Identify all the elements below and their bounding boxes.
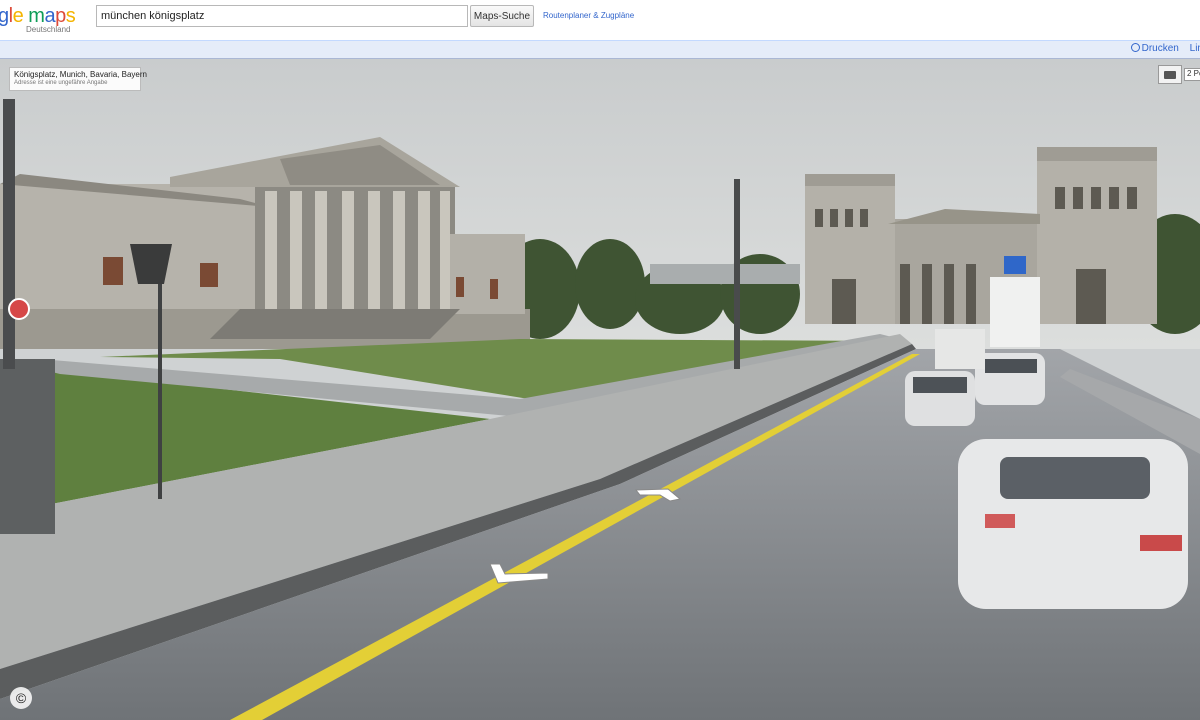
toolbar-strip: Drucken Link bbox=[0, 40, 1200, 59]
search-input[interactable] bbox=[96, 5, 468, 27]
print-icon bbox=[1130, 43, 1140, 52]
route-planner-link[interactable]: Routenplaner & Zugpläne bbox=[543, 11, 634, 20]
logo-letter: m bbox=[28, 5, 45, 27]
logo-letter: p bbox=[55, 5, 66, 27]
logo-letter: s bbox=[65, 5, 76, 27]
street-view-panorama[interactable]: Königsplatz, Munich, Bavaria, Bayern Adr… bbox=[0, 59, 1200, 720]
location-info-box[interactable]: Königsplatz, Munich, Bavaria, Bayern Adr… bbox=[9, 67, 147, 91]
toolbar-links: Drucken Link bbox=[1115, 43, 1200, 54]
pegman-icon[interactable] bbox=[1158, 65, 1182, 84]
maps-search-button[interactable]: Maps-Suche bbox=[470, 5, 534, 27]
street-view-image bbox=[0, 59, 1200, 720]
logo-letter: g bbox=[0, 5, 9, 27]
link-link[interactable]: Link bbox=[1190, 43, 1200, 54]
print-label: Drucken bbox=[1141, 43, 1179, 54]
pegman-label: 2 Po bbox=[1184, 68, 1200, 81]
logo-letter: e bbox=[12, 5, 24, 27]
location-address-note: Adresse ist eine ungefähre Angabe bbox=[14, 80, 108, 86]
street-view-control[interactable]: 2 Po bbox=[1158, 65, 1200, 84]
google-maps-logo[interactable]: gle maps Deutschland bbox=[0, 3, 88, 37]
copyright-badge: © bbox=[10, 687, 32, 709]
search-header: gle maps Deutschland Maps-Suche Routenpl… bbox=[0, 0, 1200, 40]
location-title: Königsplatz, Munich, Bavaria, Bayern bbox=[14, 70, 147, 79]
print-link[interactable]: Drucken bbox=[1123, 43, 1179, 54]
logo-country-label: Deutschland bbox=[26, 25, 71, 34]
logo-letter: a bbox=[44, 5, 56, 27]
